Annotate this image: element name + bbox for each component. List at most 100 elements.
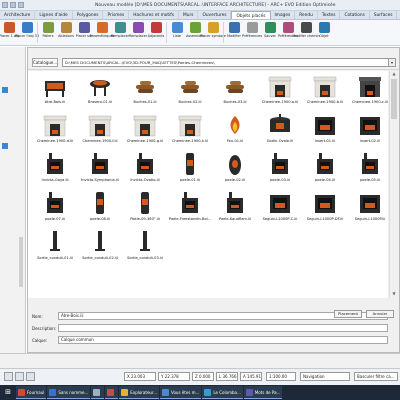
ribbon-tool-button[interactable]: Placer sur xyxy=(75,20,93,45)
left-panel-scrollbar[interactable] xyxy=(19,237,23,287)
taskbar-app-button[interactable]: Explorateur... xyxy=(119,386,160,399)
ribbon-tool-button[interactable]: Sauver xyxy=(261,20,279,45)
catalog-object-item[interactable]: Cheminee-1900-k.iii xyxy=(169,112,211,151)
angle-field[interactable]: A 145.91 xyxy=(240,372,262,381)
description-field[interactable] xyxy=(58,324,388,332)
layer-filter-select[interactable]: Basculer filtre ca... xyxy=(354,372,398,381)
catalog-object-item[interactable]: Sortie_conduit-02.iii xyxy=(79,229,121,268)
scroll-down-icon[interactable]: ▼ xyxy=(390,291,398,298)
ribbon-tool-button[interactable]: Préférences xyxy=(242,20,262,45)
grid-icon[interactable] xyxy=(15,372,24,381)
catalog-object-item[interactable]: Seguin-L1000P-DF.iii xyxy=(304,190,346,229)
cancel-button[interactable]: Annuler xyxy=(366,310,394,318)
ribbon-tab[interactable]: Lignes d'aide xyxy=(35,11,73,19)
ribbon-tool-button[interactable]: Adjacents xyxy=(147,20,165,45)
catalog-object-item[interactable]: Seguin-L1000P-C.iii xyxy=(259,190,301,229)
ribbon-tab[interactable]: Textes xyxy=(318,11,341,19)
ribbon-tab[interactable]: Polygones xyxy=(73,11,104,19)
ribbon-tab[interactable]: Architecture xyxy=(0,11,36,19)
scroll-up-icon[interactable]: ▲ xyxy=(390,71,398,78)
catalog-object-item[interactable]: Cheminee-1900-g.iii xyxy=(124,112,166,151)
layer-field[interactable]: Calque commun xyxy=(58,336,388,344)
ortho-icon[interactable] xyxy=(26,372,35,381)
catalog-object-item[interactable]: Poele-09-360°.iii xyxy=(124,190,166,229)
taskbar-app-button[interactable]: Vous êtes m... xyxy=(160,386,202,399)
catalog-path-field[interactable]: D:\MES DOCUMENTS\ARCAL..\EVO\3D-POUR_MAQ… xyxy=(62,58,389,67)
ribbon-tab[interactable]: Rendu xyxy=(295,11,318,19)
catalog-object-item[interactable]: Poele-Freestandin-Boi... xyxy=(169,190,211,229)
catalog-object-item[interactable]: Atre-Bois.iii xyxy=(34,73,76,112)
ribbon-tool-button[interactable]: Préférences xyxy=(278,20,298,45)
ribbon-tab[interactable]: Objets placés xyxy=(231,11,271,19)
catalog-object-item[interactable]: insert-02.iii xyxy=(349,112,391,151)
catalog-object-item[interactable]: poele-03.iii xyxy=(259,151,301,190)
catalog-object-item[interactable]: Buches-03.iii xyxy=(214,73,256,112)
snap-icon[interactable] xyxy=(4,372,13,381)
scrollbar-thumb[interactable] xyxy=(391,79,397,119)
catalog-object-item[interactable]: Godin-Ovale.iii xyxy=(259,112,301,151)
taskbar-app-button[interactable]: Mots de Pa... xyxy=(243,386,283,399)
ribbon-tool-button[interactable]: Liste xyxy=(168,20,186,45)
ribbon-tool-button[interactable]: Modifier xyxy=(225,20,243,45)
undo-icon[interactable] xyxy=(10,2,16,8)
catalog-object-item[interactable]: Cheminee-1900-d.iii xyxy=(34,112,76,151)
length-field[interactable]: L 36.766 xyxy=(216,372,238,381)
scale-select[interactable]: 1:100.00 xyxy=(266,372,296,381)
ribbon-tool-button[interactable]: Placer symbole xyxy=(200,20,226,45)
catalog-object-item[interactable]: Brasero-01.iii xyxy=(79,73,121,112)
catalog-object-item[interactable]: Cheminee-1900-a.iii xyxy=(259,73,301,112)
catalog-object-item[interactable]: poele-05.iii xyxy=(349,151,391,190)
catalog-object-item[interactable]: Feu-01.iii xyxy=(214,112,256,151)
ribbon-tab[interactable]: Surfaces xyxy=(370,11,398,19)
catalog-object-item[interactable]: Invicta-Symphonia.iii xyxy=(79,151,121,190)
windows-start-icon[interactable]: ⊞ xyxy=(2,387,14,398)
ribbon-tool-button[interactable]: Placer l'obj 3d xyxy=(15,20,39,45)
ribbon-tab[interactable]: Prismes xyxy=(103,11,130,19)
catalog-object-item[interactable]: Poele-Kaudflam.iii xyxy=(214,190,256,229)
x-coordinate-field[interactable]: X 23.003 xyxy=(124,372,156,381)
z-coordinate-field[interactable]: Z 0.000 xyxy=(192,372,214,381)
catalog-object-item[interactable]: Buches-01.iii xyxy=(124,73,166,112)
object-grid-scrollbar[interactable]: ▲ ▼ xyxy=(389,71,398,298)
ribbon-tab[interactable]: Hachures et motifs xyxy=(129,11,180,19)
taskbar-app-button[interactable] xyxy=(105,386,119,399)
ribbon-tab[interactable]: Images xyxy=(271,11,296,19)
ribbon-tool-button[interactable]: Remplacer xyxy=(111,20,129,45)
taskbar-app-button[interactable]: Le Colomba... xyxy=(202,386,243,399)
catalog-object-item[interactable]: poele-04.iii xyxy=(304,151,346,190)
navigation-mode-select[interactable]: Navigation xyxy=(300,372,350,381)
taskbar-app-button[interactable] xyxy=(91,386,105,399)
catalog-button[interactable]: Catalogue... xyxy=(32,58,58,67)
path-dropdown-chevron-icon[interactable]: ▾ xyxy=(388,58,396,67)
ribbon-tool-button[interactable]: Remplacer xyxy=(129,20,147,45)
ribbon-tool-button[interactable]: Assembler xyxy=(186,20,204,45)
catalog-object-item[interactable]: Buches-02.iii xyxy=(169,73,211,112)
catalog-object-item[interactable]: Sortie_conduit-01.iii xyxy=(34,229,76,268)
catalog-object-item[interactable]: Sortie_conduit-03.iii xyxy=(124,229,166,268)
placement-button[interactable]: Placement xyxy=(334,310,362,318)
catalog-object-item[interactable]: Cheminee-1900-c.iii xyxy=(349,73,391,112)
catalog-object-item[interactable]: Invicta-Gaya.iii xyxy=(34,151,76,190)
ribbon-tool-button[interactable]: Paramétriques xyxy=(90,20,114,45)
catalog-object-item[interactable]: insert-01.iii xyxy=(304,112,346,151)
catalog-object-item[interactable]: poele-08.iii xyxy=(79,190,121,229)
catalog-object-item[interactable]: Cheminee-1900-b.iii xyxy=(304,73,346,112)
taskbar-app-button[interactable]: Sans nomme... xyxy=(47,386,91,399)
ribbon-tool-button[interactable]: Ablations xyxy=(57,20,75,45)
redo-icon[interactable] xyxy=(18,2,24,8)
ribbon-tool-button[interactable]: Paliers xyxy=(39,20,57,45)
catalog-object-item[interactable]: Invicta-Ovatio.iii xyxy=(124,151,166,190)
ribbon-tab[interactable]: Murs xyxy=(179,11,199,19)
ribbon-tab[interactable]: Ouvertures xyxy=(198,11,232,19)
catalog-object-item[interactable]: poele-07.iii xyxy=(34,190,76,229)
ribbon-tool-button[interactable]: Objet xyxy=(315,20,333,45)
y-coordinate-field[interactable]: Y 22.378 xyxy=(158,372,190,381)
save-icon[interactable] xyxy=(2,2,8,8)
catalog-object-item[interactable]: Cheminee-1900-f.iii xyxy=(79,112,121,151)
catalog-object-item[interactable]: poele-01.iii xyxy=(169,151,211,190)
ribbon-tool-button[interactable]: Placer 1 obj xyxy=(0,20,19,45)
ribbon-tool-button[interactable]: Modifier chemin xyxy=(292,20,320,45)
taskbar-app-button[interactable]: Fournaul xyxy=(16,386,47,399)
catalog-object-item[interactable]: Seguin-L1000P.iii xyxy=(349,190,391,229)
catalog-object-item[interactable]: poele-02.iii xyxy=(214,151,256,190)
